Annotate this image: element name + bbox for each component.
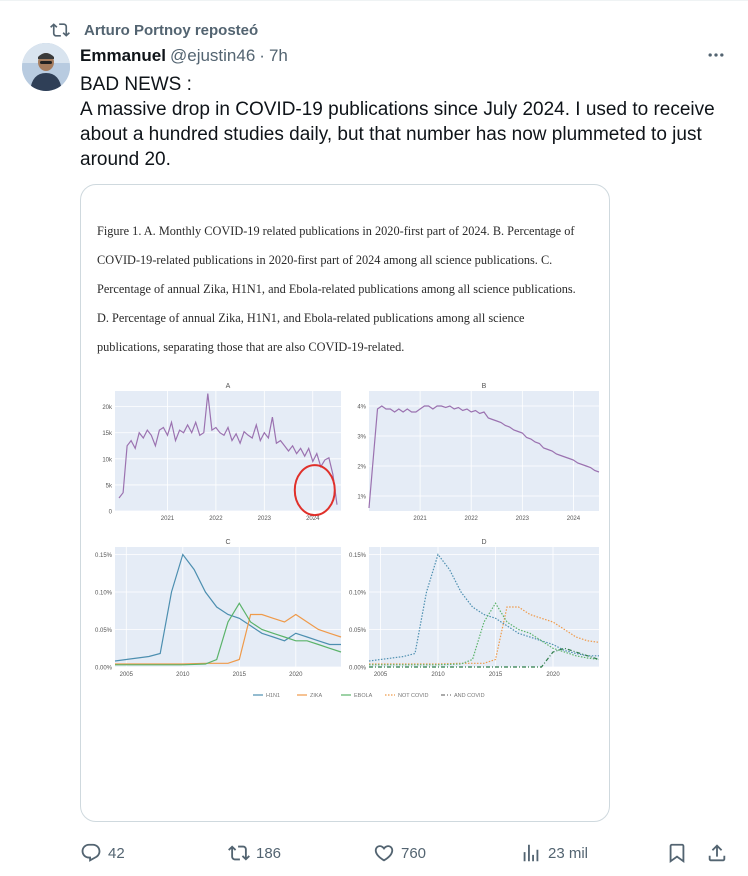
y-tick-label: 0.15% (349, 553, 367, 559)
bookmark-icon (669, 843, 685, 864)
x-tick-label: 2005 (120, 672, 134, 678)
panel-b: B 4% 3% 2% 1% 2021 2022 2023 2024 (343, 381, 603, 531)
y-tick-label: 3% (357, 435, 366, 441)
y-tick-label: 0.05% (349, 628, 367, 634)
avatar-photo (22, 43, 70, 91)
panel-title: D (481, 539, 486, 546)
y-tick-label: 20k (102, 405, 113, 411)
legend-label: EBOLA (354, 693, 373, 699)
repost-button[interactable]: 186 (228, 840, 281, 866)
share-icon (708, 844, 726, 862)
legend-svg: H1N1 ZIKA EBOLA NOT COVID AND COVID (253, 693, 485, 699)
action-bar: 42 186 760 23 mil (80, 840, 740, 866)
legend-label: AND COVID (454, 693, 485, 699)
y-tick-label: 0 (109, 510, 113, 516)
panel-a: A 20k 15k 10k 5k 0 2021 2022 2023 2024 (89, 381, 345, 531)
like-button[interactable]: 760 (373, 840, 426, 866)
panel-title: C (225, 539, 230, 546)
x-tick-label: 2024 (567, 516, 581, 522)
timestamp[interactable]: 7h (269, 45, 288, 67)
x-tick-label: 2022 (209, 516, 223, 522)
x-tick-label: 2023 (516, 516, 530, 522)
more-options-button[interactable] (704, 45, 728, 65)
y-tick-label: 0.00% (95, 666, 113, 672)
x-tick-label: 2021 (161, 516, 175, 522)
reply-button[interactable]: 42 (80, 840, 125, 866)
reply-icon (81, 843, 101, 862)
y-tick-label: 5k (106, 483, 113, 489)
x-tick-label: 2020 (289, 672, 303, 678)
x-tick-label: 2021 (413, 516, 427, 522)
repost-label: Arturo Portnoy reposteó (84, 21, 259, 39)
panel-title: A (226, 383, 231, 390)
y-tick-label: 0.10% (95, 591, 113, 597)
chart-c: C 0.15% 0.10% 0.05% 0.00% 2005 2010 2015 2020 (95, 539, 342, 678)
legend-label: NOT COVID (398, 693, 428, 699)
heart-icon (374, 845, 394, 862)
x-tick-label: 2023 (258, 516, 272, 522)
x-tick-label: 2020 (546, 672, 560, 678)
repost-icon (50, 23, 70, 37)
share-button[interactable] (706, 840, 734, 866)
avatar[interactable] (22, 43, 70, 91)
x-tick-label: 2010 (176, 672, 190, 678)
plot-area (115, 547, 341, 667)
repost-context[interactable]: Arturo Portnoy reposteó (50, 20, 258, 40)
plot-area (369, 547, 599, 667)
views-button[interactable]: 23 mil (520, 840, 588, 866)
y-tick-label: 10k (102, 457, 113, 463)
bookmark-button[interactable] (666, 840, 694, 866)
like-count: 760 (401, 844, 427, 862)
x-tick-label: 2022 (465, 516, 479, 522)
panel-title: B (482, 383, 487, 390)
panel-d: D 0.15% 0.10% 0.05% 0.00% 2005 2010 2015 2020 (343, 537, 603, 687)
tweet-header: Emmanuel @ejustin46 · 7h (80, 45, 288, 67)
y-tick-label: 0.15% (95, 553, 113, 559)
y-tick-label: 1% (357, 495, 366, 501)
y-tick-label: 2% (357, 465, 366, 471)
y-tick-label: 0.10% (349, 591, 367, 597)
chart-legend: H1N1 ZIKA EBOLA NOT COVID AND COVID (251, 688, 511, 702)
plot-area (369, 391, 599, 511)
x-tick-label: 2015 (489, 672, 503, 678)
author-handle[interactable]: @ejustin46 (170, 45, 255, 67)
x-tick-label: 2005 (374, 672, 388, 678)
x-tick-label: 2015 (233, 672, 247, 678)
y-tick-label: 0.00% (349, 666, 367, 672)
views-icon (523, 844, 539, 862)
tweet-text-line-1: BAD NEWS : (80, 74, 192, 95)
more-horizontal-icon (708, 53, 724, 57)
y-tick-label: 0.05% (95, 628, 113, 634)
top-divider (0, 0, 748, 1)
y-tick-label: 4% (357, 405, 366, 411)
retweet-icon (228, 845, 250, 861)
media-image[interactable]: Figure 1. A. Monthly COVID-19 related pu… (80, 184, 610, 822)
y-tick-label: 15k (102, 431, 113, 437)
legend-label: H1N1 (266, 693, 280, 699)
figure-caption: Figure 1. A. Monthly COVID-19 related pu… (97, 224, 576, 354)
tweet-text: BAD NEWS : A massive drop in COVID-19 pu… (80, 72, 720, 172)
tweet-text-line-2: A massive drop in COVID-19 publications … (80, 99, 715, 170)
repost-count: 186 (256, 844, 282, 862)
x-tick-label: 2010 (431, 672, 445, 678)
separator-dot: · (259, 46, 265, 65)
chart-b: B 4% 3% 2% 1% 2021 2022 2023 2024 (357, 383, 600, 522)
legend-label: ZIKA (310, 693, 323, 699)
panel-c: C 0.15% 0.10% 0.05% 0.00% 2005 2010 2015 2020 (89, 537, 345, 687)
view-count: 23 mil (548, 844, 589, 862)
x-tick-label: 2024 (306, 516, 320, 522)
author-name[interactable]: Emmanuel (80, 45, 166, 67)
chart-d: D 0.15% 0.10% 0.05% 0.00% 2005 2010 2015 2020 (349, 539, 600, 678)
chart-a: A 20k 15k 10k 5k 0 2021 2022 2023 2024 (102, 383, 341, 522)
reply-count: 42 (108, 844, 125, 862)
